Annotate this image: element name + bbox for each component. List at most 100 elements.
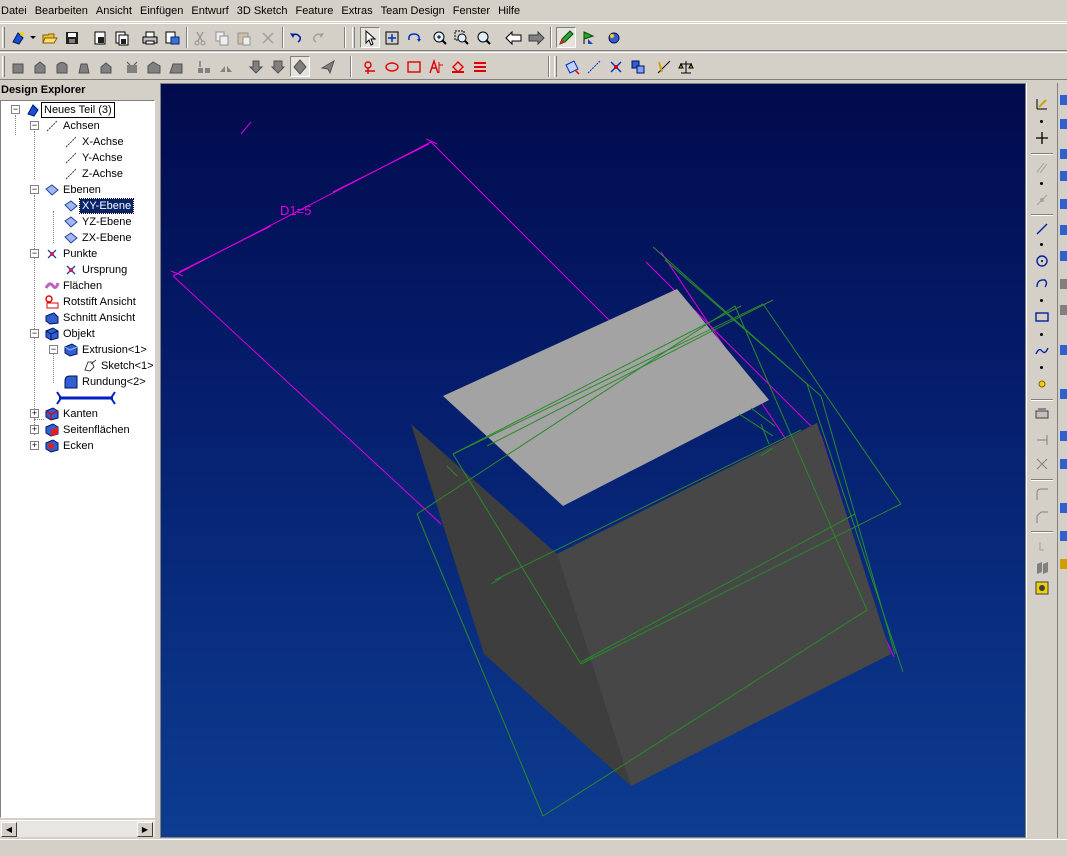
spline-tool-button[interactable] [1031,340,1052,361]
tree-item-zx-ebene[interactable]: ZX-Ebene [63,230,134,246]
toolbar-item-icon[interactable] [1060,305,1067,315]
tree-item-y-achse[interactable]: Y-Achse [63,150,125,166]
zoom-in-button[interactable] [430,27,450,48]
line-tool-button[interactable] [1031,218,1052,239]
component-button[interactable] [628,56,648,77]
expander-achsen[interactable]: − [30,121,39,130]
delete-button[interactable] [258,27,278,48]
toolbar-grip[interactable] [2,27,5,48]
expander-objekt[interactable]: − [30,329,39,338]
menu-extras[interactable]: Extras [337,1,376,21]
toolbar-item-icon[interactable] [1060,251,1067,261]
render-button[interactable] [604,27,624,48]
expander-seitenflaechen[interactable]: + [30,425,39,434]
toolbar-item-icon[interactable] [1060,119,1067,129]
tree-item-punkte[interactable]: Punkte [44,246,99,262]
point-tool-button[interactable] [1031,127,1052,148]
menu-fenster[interactable]: Fenster [449,1,494,21]
sketch-point-button[interactable] [1031,373,1052,394]
print-button[interactable] [140,27,160,48]
model-canvas[interactable]: D1=5 [161,84,1026,838]
tree-item-x-achse[interactable]: X-Achse [63,134,126,150]
pan-button[interactable] [382,27,402,48]
scroll-right-button[interactable]: ▶ [137,822,153,837]
work-point-button[interactable] [606,56,626,77]
tree-item-objekt[interactable]: Objekt [44,326,97,342]
feature-tree[interactable]: − Neues Teil (3) − Achsen X-Achse Y-Achs… [0,100,155,818]
redo-button[interactable] [308,27,328,48]
save-button[interactable] [62,27,82,48]
tree-item-ecken[interactable]: Ecken [44,438,96,454]
new-dropdown-button[interactable] [28,27,38,48]
tree-item-flaechen[interactable]: Flächen [44,278,104,294]
work-plane-button[interactable] [562,56,582,77]
toolbar-grip[interactable] [352,27,355,48]
toolbar-item-icon[interactable] [1060,199,1067,209]
project-tool-button[interactable] [1031,577,1052,598]
scroll-left-button[interactable]: ◀ [1,822,17,837]
dimension-d1[interactable]: D1=5 [178,143,430,273]
expander-ecken[interactable]: + [30,441,39,450]
split-button[interactable] [290,56,310,77]
toolbar-grip[interactable] [2,56,5,77]
tree-item-rotstift-ansicht[interactable]: Rotstift Ansicht [44,294,138,310]
ellipse-button[interactable] [382,56,402,77]
arc-tool-button[interactable] [1031,273,1052,294]
line-style-button[interactable] [470,56,490,77]
expander-root[interactable]: − [11,105,20,114]
copy-button[interactable] [212,27,232,48]
parallel-tool-button[interactable] [1031,157,1052,178]
toolbar-item-icon[interactable] [1060,225,1067,235]
menu-datei[interactable]: Datei [0,1,31,21]
pattern-button[interactable] [194,56,214,77]
tree-end-marker[interactable] [55,390,117,406]
pattern-sketch-button[interactable] [1031,557,1052,578]
tree-item-ebenen[interactable]: Ebenen [44,182,103,198]
trim-tool-button[interactable] [1031,403,1052,424]
toolbar-item-icon[interactable] [1060,431,1067,441]
dimension-button[interactable] [654,56,674,77]
fillet-sketch-button[interactable] [1031,483,1052,504]
sketch-tool-button[interactable] [1031,93,1052,114]
tree-item-seitenflaechen[interactable]: Seitenflächen [44,422,132,438]
draft-button[interactable] [166,56,186,77]
mirror-sketch-button[interactable] [1031,535,1052,556]
rotate-button[interactable] [404,27,424,48]
toolbar-grip[interactable] [554,56,557,77]
constraint-button[interactable] [360,56,380,77]
3d-viewport[interactable]: D1=5 [160,83,1026,838]
circle-tool-button[interactable] [1031,250,1052,271]
menu-team-design[interactable]: Team Design [377,1,449,21]
next-view-button[interactable] [526,27,546,48]
print-preview-button[interactable] [90,27,110,48]
toolbar-item-icon[interactable] [1060,531,1067,541]
dimension-label[interactable]: D1=5 [280,203,311,218]
expander-extrusion[interactable]: − [49,345,58,354]
tree-item-kanten[interactable]: Kanten [44,406,100,422]
extend-tool-button[interactable] [1031,429,1052,450]
extrude-button[interactable] [8,56,28,77]
fillet-button[interactable] [122,56,142,77]
work-axis-button[interactable] [584,56,604,77]
sweep-button[interactable] [52,56,72,77]
page-setup-button[interactable] [162,27,182,48]
toolbar-item-icon[interactable] [1060,559,1067,569]
expander-ebenen[interactable]: − [30,185,39,194]
expander-punkte[interactable]: − [30,249,39,258]
sheet-metal-button[interactable] [318,56,338,77]
tree-item-neues-teil[interactable]: Neues Teil (3) [25,102,115,118]
tree-horizontal-scrollbar[interactable]: ◀ ▶ [0,820,155,837]
menu-3d-sketch[interactable]: 3D Sketch [233,1,292,21]
cut-button[interactable] [190,27,210,48]
chamfer-sketch-button[interactable] [1031,506,1052,527]
tree-item-yz-ebene[interactable]: YZ-Ebene [63,214,134,230]
revolve-button[interactable] [30,56,50,77]
tree-item-achsen[interactable]: Achsen [44,118,102,134]
menu-feature[interactable]: Feature [291,1,337,21]
tree-item-rundung[interactable]: Rundung<2> [63,374,148,390]
tree-item-extrusion[interactable]: Extrusion<1> [63,342,149,358]
properties-button[interactable] [112,27,132,48]
fill-button[interactable] [448,56,468,77]
feature-mode-button[interactable] [578,27,598,48]
menu-hilfe[interactable]: Hilfe [494,1,524,21]
